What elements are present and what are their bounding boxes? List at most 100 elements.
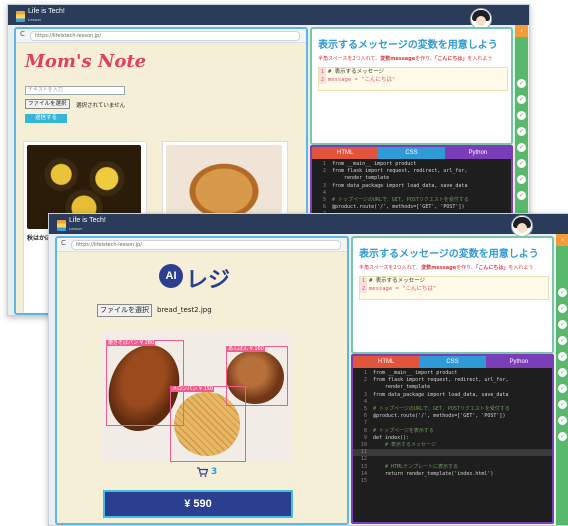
- code-line[interactable]: render_template: [312, 175, 511, 182]
- code-line[interactable]: 6 @product.route('/', methods=['GET', 'PO…: [312, 204, 511, 211]
- code-text[interactable]: from flask import request, redirect, url…: [332, 168, 467, 175]
- file-name: bread_test2.jpg: [157, 306, 212, 314]
- file-status: 選択されていません: [76, 103, 126, 109]
- task-description: 半角スペースを2つ入れて、変数messageを作り、「こんにちは」を入れよう: [318, 56, 493, 62]
- code-text[interactable]: @product.route('/', methods=['GET', 'POS…: [373, 413, 505, 420]
- code-line[interactable]: 5 # トップページのURLで、GET, POSTリクエストを受付する: [353, 406, 552, 413]
- code-line[interactable]: 14 return render_template('index.html'): [353, 471, 552, 478]
- detection-label: メロンパン ¥ 150: [171, 386, 215, 392]
- tab-html[interactable]: HTML: [312, 147, 379, 159]
- cart-icon: [197, 467, 208, 477]
- task-code-snippet: 1 # 表示するメッセージ 2 message = "こんにちは": [359, 276, 549, 300]
- line-number: 12: [360, 456, 367, 463]
- line-number: 13: [360, 463, 367, 470]
- code-line[interactable]: 3 from data_package import load_data, sav…: [353, 392, 552, 399]
- progress-sidebar: ‹ ✓ ✓ ✓ ✓ ✓ ✓ ✓ ✓ ✓ ✓: [556, 234, 568, 525]
- check-icon: ✓: [558, 304, 567, 313]
- line-number: [312, 175, 326, 182]
- code-text[interactable]: def index():: [373, 435, 409, 442]
- line-number: 8: [363, 427, 367, 434]
- code-line[interactable]: 2 from flask import request, redirect, ur…: [353, 377, 552, 384]
- line-number: 1: [363, 370, 367, 376]
- code-line[interactable]: 13 # HTMLテンプレートに表示する: [353, 464, 552, 471]
- send-button[interactable]: 送信する: [25, 114, 67, 123]
- code-line[interactable]: 15: [353, 478, 552, 485]
- brand-logo: Life is Tech! Lesson: [16, 8, 65, 24]
- url-field[interactable]: https://lifeistech-lesson.jp/: [30, 31, 300, 41]
- tab-python[interactable]: Python: [444, 147, 511, 159]
- check-icon: ✓: [558, 336, 567, 345]
- code-line[interactable]: 7: [353, 420, 552, 427]
- code-text[interactable]: @product.route('/', methods=['GET', 'POS…: [332, 204, 464, 211]
- code-text[interactable]: # トップページを表示する: [373, 428, 434, 435]
- code-line[interactable]: 12: [353, 456, 552, 463]
- code-text[interactable]: # HTMLテンプレートに表示する: [373, 464, 458, 471]
- check-icon: ✓: [517, 159, 526, 168]
- total-price: ¥ 590: [103, 490, 293, 518]
- collapse-arrow-icon[interactable]: ‹: [556, 234, 568, 246]
- file-select-button[interactable]: ファイルを選択: [97, 304, 152, 317]
- check-icon: ✓: [517, 111, 526, 120]
- line-number: 11: [360, 449, 367, 456]
- reload-icon[interactable]: C: [61, 239, 66, 247]
- task-panel: 表示するメッセージの変数を用意しよう 半角スペースを2つ入れて、変数messag…: [310, 27, 513, 145]
- task-code-snippet: 1 # 表示するメッセージ 2 message = "こんにちは": [318, 67, 508, 91]
- code-line[interactable]: 8 # トップページを表示する: [353, 428, 552, 435]
- code-text[interactable]: render_template: [332, 175, 389, 182]
- line-number: 5: [322, 197, 326, 204]
- code-lines[interactable]: 1 from __main__ import product 2 from flask…: [353, 368, 552, 522]
- preview-content: AI レジ ファイルを選択 bread_test2.jpg 焼きそばパン ¥ 2…: [57, 252, 347, 523]
- code-text[interactable]: from data_package import load_data, save…: [332, 183, 467, 190]
- line-number: 6: [363, 413, 367, 420]
- preview-browser: C https://lifeistech-lesson.jp/ AI レジ ファ…: [55, 236, 349, 525]
- code-text[interactable]: from data_package import load_data, save…: [373, 392, 508, 399]
- code-editor[interactable]: HTML CSS Python 1 from __main__ import pr…: [351, 354, 554, 524]
- check-icon: ✓: [558, 368, 567, 377]
- app-title: Mom's Note: [25, 51, 147, 72]
- line-number: 3: [322, 182, 326, 189]
- url-field[interactable]: https://lifeistech-lesson.jp/: [71, 240, 341, 250]
- code-line[interactable]: render_template: [353, 384, 552, 391]
- code-line[interactable]: 3 from data_package import load_data, sav…: [312, 183, 511, 190]
- code-line[interactable]: 9 def index():: [353, 435, 552, 442]
- code-text[interactable]: return render_template('index.html'): [373, 471, 493, 478]
- detection-label: あんぱん ¥ 160: [227, 346, 265, 352]
- ai-logo-badge: AI: [159, 264, 183, 288]
- code-line[interactable]: 5 # トップページのURLで、GET, POSTリクエストを受付する: [312, 197, 511, 204]
- code-line[interactable]: 1 from __main__ import product: [312, 161, 511, 168]
- code-line[interactable]: 4: [353, 399, 552, 406]
- line-number: 3: [363, 391, 367, 398]
- line-number: 9: [363, 434, 367, 441]
- file-select-button[interactable]: ファイルを選択: [25, 99, 70, 109]
- code-line[interactable]: 10 # 表示するメッセージ: [353, 442, 552, 449]
- tab-css[interactable]: CSS: [378, 147, 445, 159]
- code-text[interactable]: from flask import request, redirect, url…: [373, 377, 508, 384]
- brand-tagline: Lesson: [28, 17, 41, 22]
- reload-icon[interactable]: C: [20, 30, 25, 38]
- code-text[interactable]: # トップページのURLで、GET, POSTリクエストを受付する: [373, 406, 510, 413]
- brand-mark-icon: [16, 10, 25, 22]
- code-text[interactable]: # トップページのURLで、GET, POSTリクエストを受付する: [332, 197, 469, 204]
- tab-python[interactable]: Python: [485, 356, 552, 368]
- check-icon: ✓: [558, 288, 567, 297]
- text-input[interactable]: テキストを入力: [25, 86, 125, 95]
- code-text[interactable]: # 表示するメッセージ: [373, 442, 436, 449]
- code-line[interactable]: 6 @product.route('/', methods=['GET', 'PO…: [353, 413, 552, 420]
- collapse-arrow-icon[interactable]: ‹: [515, 25, 528, 37]
- code-line[interactable]: 2 from flask import request, redirect, ur…: [312, 168, 511, 175]
- check-icon: ✓: [558, 352, 567, 361]
- tab-html[interactable]: HTML: [353, 356, 420, 368]
- code-text[interactable]: from __main__ import product: [332, 161, 416, 168]
- line-number: 4: [322, 189, 326, 196]
- user-avatar[interactable]: [511, 215, 533, 237]
- code-line[interactable]: 11: [353, 449, 552, 457]
- code-line[interactable]: 4: [312, 190, 511, 197]
- brand-mark-icon: [57, 219, 66, 231]
- top-bar: Life is Tech! Lesson: [8, 5, 529, 25]
- code-text[interactable]: render_template: [373, 384, 430, 391]
- brand-tagline: Lesson: [69, 226, 82, 231]
- tab-css[interactable]: CSS: [419, 356, 486, 368]
- code-line[interactable]: 1 from __main__ import product: [353, 370, 552, 377]
- code-text[interactable]: from __main__ import product: [373, 370, 457, 377]
- brand-logo: Life is Tech! Lesson: [57, 217, 106, 233]
